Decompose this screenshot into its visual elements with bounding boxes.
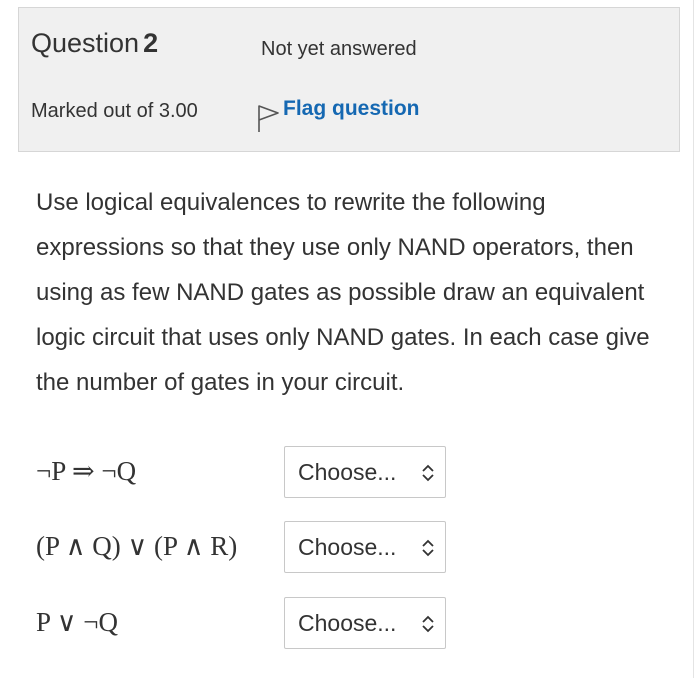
question-number: 2: [143, 28, 159, 58]
question-text-paragraph: Use logical equivalences to rewrite the …: [36, 189, 650, 396]
gate-count-select[interactable]: Choose...: [284, 521, 446, 573]
answer-row: ¬P ⇒ ¬Q Choose...: [36, 446, 456, 498]
flag-icon: [255, 97, 281, 138]
gate-count-select[interactable]: Choose...: [284, 446, 446, 498]
question-info-panel: Question 2 Not yet answered Marked out of…: [18, 7, 680, 152]
answer-row: P ∨ ¬Q Choose...: [36, 597, 456, 649]
flag-question-label: Flag question: [283, 97, 420, 120]
select-value: Choose...: [298, 458, 397, 485]
up-down-chevron-icon: [422, 539, 434, 557]
up-down-chevron-icon: [422, 615, 434, 633]
question-text: Use logical equivalences to rewrite the …: [36, 180, 676, 405]
up-down-chevron-icon: [422, 464, 434, 482]
select-value: Choose...: [298, 533, 397, 560]
question-grade: Marked out of 3.00: [31, 100, 198, 122]
select-value: Choose...: [298, 609, 397, 636]
flag-question-link[interactable]: Flag question: [255, 97, 420, 137]
expression-label: (P ∧ Q) ∨ (P ∧ R): [36, 531, 238, 561]
expression-label: ¬P ⇒ ¬Q: [36, 456, 137, 486]
expression-label: P ∨ ¬Q: [36, 607, 119, 637]
page-edge-divider: [693, 0, 694, 678]
question-word: Question: [31, 28, 140, 58]
gate-count-select[interactable]: Choose...: [284, 597, 446, 649]
answer-row: (P ∧ Q) ∨ (P ∧ R) Choose...: [36, 521, 456, 573]
question-state: Not yet answered: [261, 38, 417, 60]
question-title: Question 2: [31, 28, 158, 59]
